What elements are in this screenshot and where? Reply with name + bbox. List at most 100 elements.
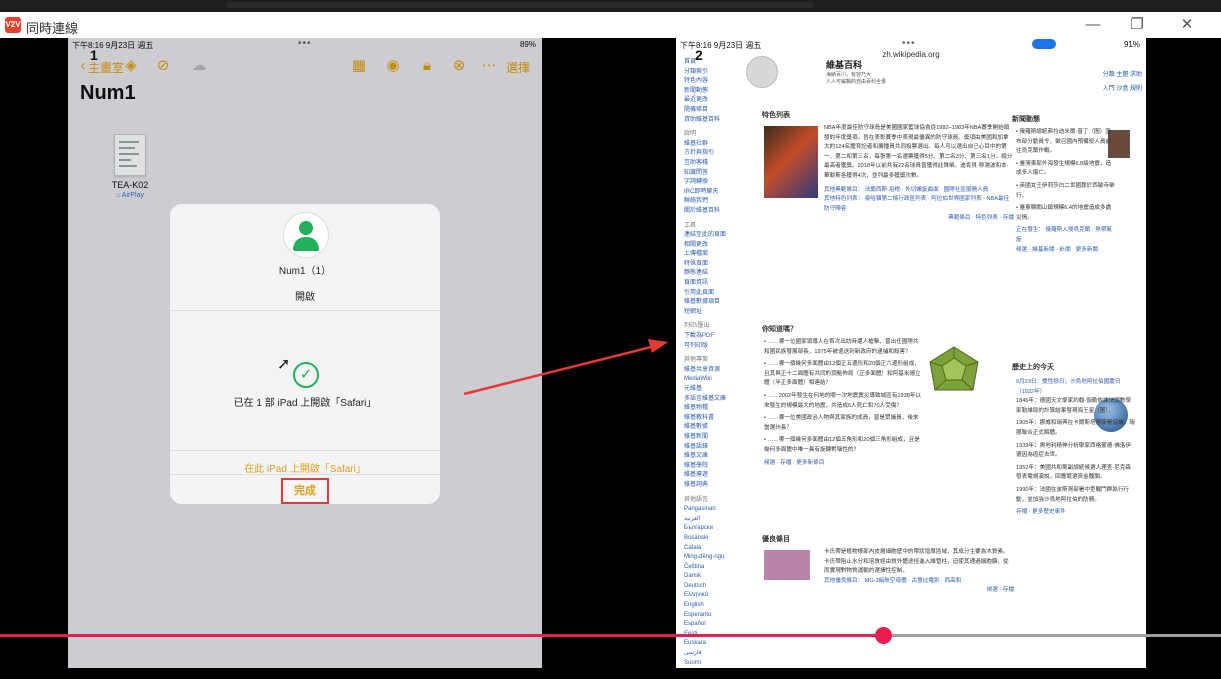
url-bar[interactable]: zh.wikipedia.org [676, 50, 1146, 59]
sidebar-link[interactable]: 維基物種 [684, 404, 746, 414]
maximize-button[interactable]: ❐ [1119, 14, 1155, 36]
sidebar-link[interactable]: 互助客棧 [684, 159, 746, 169]
share-modal: Num1（1） 開啟 ➚ ✓ 已在 1 部 iPad 上開啟「Safari」 在… [170, 204, 440, 504]
done-button[interactable]: 完成 [281, 478, 329, 504]
sidebar-link[interactable]: 引用此頁面 [684, 289, 746, 299]
divider [170, 450, 440, 451]
sidebar-link[interactable]: 多語言維基文庫 [684, 395, 746, 405]
sidebar-link[interactable]: 分類索引 [684, 68, 746, 78]
sidebar-link[interactable]: 維基學院 [684, 462, 746, 472]
dyk-footer[interactable]: 候選 · 存檔 · 更多新條目 [764, 459, 924, 469]
device-name: Num1（1） [278, 266, 332, 277]
sidebar-link[interactable]: 最近更改 [684, 96, 746, 106]
opened-message: 已在 1 部 iPad 上開啟「Safari」 [233, 398, 377, 409]
sidebar-link[interactable]: Ελληνικά [684, 591, 746, 601]
sidebar-link[interactable]: MediaWiki [684, 375, 746, 385]
sidebar-link[interactable]: Dansk [684, 572, 746, 582]
sidebar-link[interactable]: Esperanto [684, 611, 746, 621]
sidebar-link[interactable]: 維基詞典 [684, 481, 746, 491]
sidebar-link[interactable]: English [684, 601, 746, 611]
cursor-icon: ➚ [277, 356, 291, 373]
sidebar-link[interactable]: Български [684, 524, 746, 534]
featured-image[interactable] [764, 126, 818, 198]
good-article-heading: 優良條目 [762, 536, 790, 543]
on-this-day-date[interactable]: 9月23日：雙性戀日；沙烏地阿拉伯國慶日（1932年） [1016, 378, 1136, 397]
good-article-image[interactable] [764, 550, 810, 580]
sidebar-link: 說明 [684, 131, 697, 138]
sidebar-link[interactable]: 知識問答 [684, 169, 746, 179]
good-article-text: 卡氏帶是植物根部內皮層細胞壁中的帶狀增厚區域，其成分主要為木質素。卡氏帶阻止水分… [824, 549, 1009, 575]
left-ipad-screen: 下午8:16 9月23日 週五 ••• 89% ‹ 主畫室 ◈ ⊘ ☁ ▦ ◉ … [68, 38, 542, 668]
news-list: • 俄羅斯總統弗拉迪米爾·普丁（圖）宣布部分動員令，徵召國內預備役人員前往烏克蘭… [1016, 128, 1116, 255]
sidebar-link[interactable]: 維基共享資源 [684, 366, 746, 376]
sidebar-link[interactable]: 維基社群 [684, 140, 746, 150]
news-heading: 新聞動態 [1012, 116, 1040, 123]
featured-more[interactable]: 其他典範條目： 法蘭西斯·培根 · 外切螺旋曲面 · 國際社區服務人員 [824, 186, 1014, 196]
sidebar-link[interactable]: العربية [684, 515, 746, 525]
sidebar-link[interactable]: 維基新聞 [684, 433, 746, 443]
close-button[interactable]: ✕ [1169, 14, 1205, 36]
on-this-day-item: 1990年：法國在波斯灣部署中型戰鬥群執行行動，並加強沙烏地阿拉伯的防務。 [1016, 486, 1130, 503]
sidebar-link[interactable]: 短網址 [684, 308, 746, 318]
sidebar-link[interactable]: 維基數據 [684, 423, 746, 433]
multitask-dots[interactable]: ••• [902, 38, 916, 49]
sidebar-link[interactable]: Čeština [684, 563, 746, 573]
sidebar-link[interactable]: Bosanski [684, 534, 746, 544]
sidebar-link[interactable]: Pangasinan [684, 505, 746, 515]
dyk-item: • ……哪一位國家領導人在首次出訪時遭人槍擊，曾出任國際共和國民族發展部長，19… [764, 339, 919, 355]
sidebar-link[interactable]: IRC即時聊天 [684, 188, 746, 198]
sidebar-link[interactable]: 隨機條目 [684, 106, 746, 116]
good-article-more[interactable]: 其他優良條目： MG-3級航空母艦 · 古魯比電影 · 西高和 [824, 577, 1014, 587]
divider [170, 474, 440, 475]
sidebar-link[interactable]: 連結至此的頁面 [684, 231, 746, 241]
video-progress-handle[interactable] [874, 627, 892, 644]
sidebar-link[interactable]: 資助維基百科 [684, 116, 746, 126]
sidebar-link[interactable]: Ming-dĕng-ngṳ [684, 553, 746, 563]
sidebar-link[interactable]: 維基教科書 [684, 414, 746, 424]
sidebar-link[interactable]: 關於維基百科 [684, 207, 746, 217]
sidebar-link[interactable]: 字詞轉換 [684, 178, 746, 188]
divider [170, 310, 440, 311]
sidebar-link[interactable]: 特色內容 [684, 77, 746, 87]
news-footer[interactable]: 候選 · 維基新聞 · 訃聞 · 更多新聞 [1016, 246, 1116, 256]
featured-lists[interactable]: 其他特色列表： 曼哈頓第二條行政區列表 · 阿拉伯世界國家列表 · NBA最佳防… [824, 195, 1014, 214]
sidebar-link[interactable]: 特殊頁面 [684, 260, 746, 270]
sidebar-link[interactable]: Suomi [684, 659, 746, 668]
sidebar-link[interactable]: 維基文庫 [684, 452, 746, 462]
good-article-footer[interactable]: 候選 · 存檔 [824, 586, 1014, 596]
sidebar-link[interactable]: 維基語錄 [684, 443, 746, 453]
open-on-this-ipad-button[interactable]: 在此 iPad 上開啟「Safari」 [170, 460, 440, 475]
sidebar-link[interactable]: 可列印版 [684, 342, 746, 352]
window-title: 同時連線 [26, 21, 79, 36]
sidebar-link[interactable]: 新聞動態 [684, 87, 746, 97]
on-this-day-item: 1952年：美國共和黨副總統候選人理查·尼克森發表電視演說，回應競選資金醜聞。 [1016, 464, 1131, 481]
sidebar-link[interactable]: 元維基 [684, 385, 746, 395]
sidebar-link[interactable]: Español [684, 620, 746, 630]
sidebar-link[interactable]: Euskara [684, 639, 746, 649]
on-this-day-item: 1939年：奧地利精神分析學家西格蒙德·佛洛伊德因為癌症去世。 [1016, 442, 1131, 459]
featured-footer[interactable]: 典範條目 · 特色列表 · 存檔 [824, 214, 1014, 224]
dodecahedron-image[interactable] [926, 344, 982, 400]
sidebar-link[interactable]: 下載為PDF [684, 332, 746, 342]
site-subtitle: 海納百川，有容乃大 人人可編輯的自由百科全書 [826, 72, 887, 85]
featured-heading: 特色列表 [762, 112, 790, 119]
sidebar-link[interactable]: 聯絡我們 [684, 197, 746, 207]
sidebar-link[interactable]: Deutsch [684, 582, 746, 592]
sidebar-link[interactable]: فارسی [684, 649, 746, 659]
top-links[interactable]: 分類 主題 求助 入門 沙盒 規則 [1103, 68, 1142, 96]
sidebar-link[interactable]: 靜態連結 [684, 269, 746, 279]
sidebar-link: 工具 [684, 222, 697, 229]
on-this-day-footer[interactable]: 存檔 · 更多歷史事件 [1016, 508, 1136, 518]
sidebar-link[interactable]: 相關更改 [684, 241, 746, 251]
sidebar-link[interactable]: 方針與指引 [684, 149, 746, 159]
minimize-button[interactable]: — [1075, 14, 1111, 36]
sidebar-link[interactable]: 維基導遊 [684, 471, 746, 481]
sidebar-link[interactable]: Català [684, 544, 746, 554]
sidebar-link[interactable]: 上傳檔案 [684, 250, 746, 260]
wikipedia-logo[interactable] [746, 56, 778, 88]
sidebar-link[interactable]: 維基數據項目 [684, 298, 746, 308]
news-more[interactable]: 正在發生： 俄羅斯入侵烏克蘭 · 熱帶氣旋 [1016, 226, 1116, 245]
sidebar-link[interactable]: 頁面資訊 [684, 279, 746, 289]
sidebar-link[interactable]: 首頁 [684, 58, 746, 68]
on-this-day-item: 1905年：挪威和瑞典在卡爾斯塔德簽署協議，瑞挪聯合正式解體。 [1016, 420, 1135, 436]
